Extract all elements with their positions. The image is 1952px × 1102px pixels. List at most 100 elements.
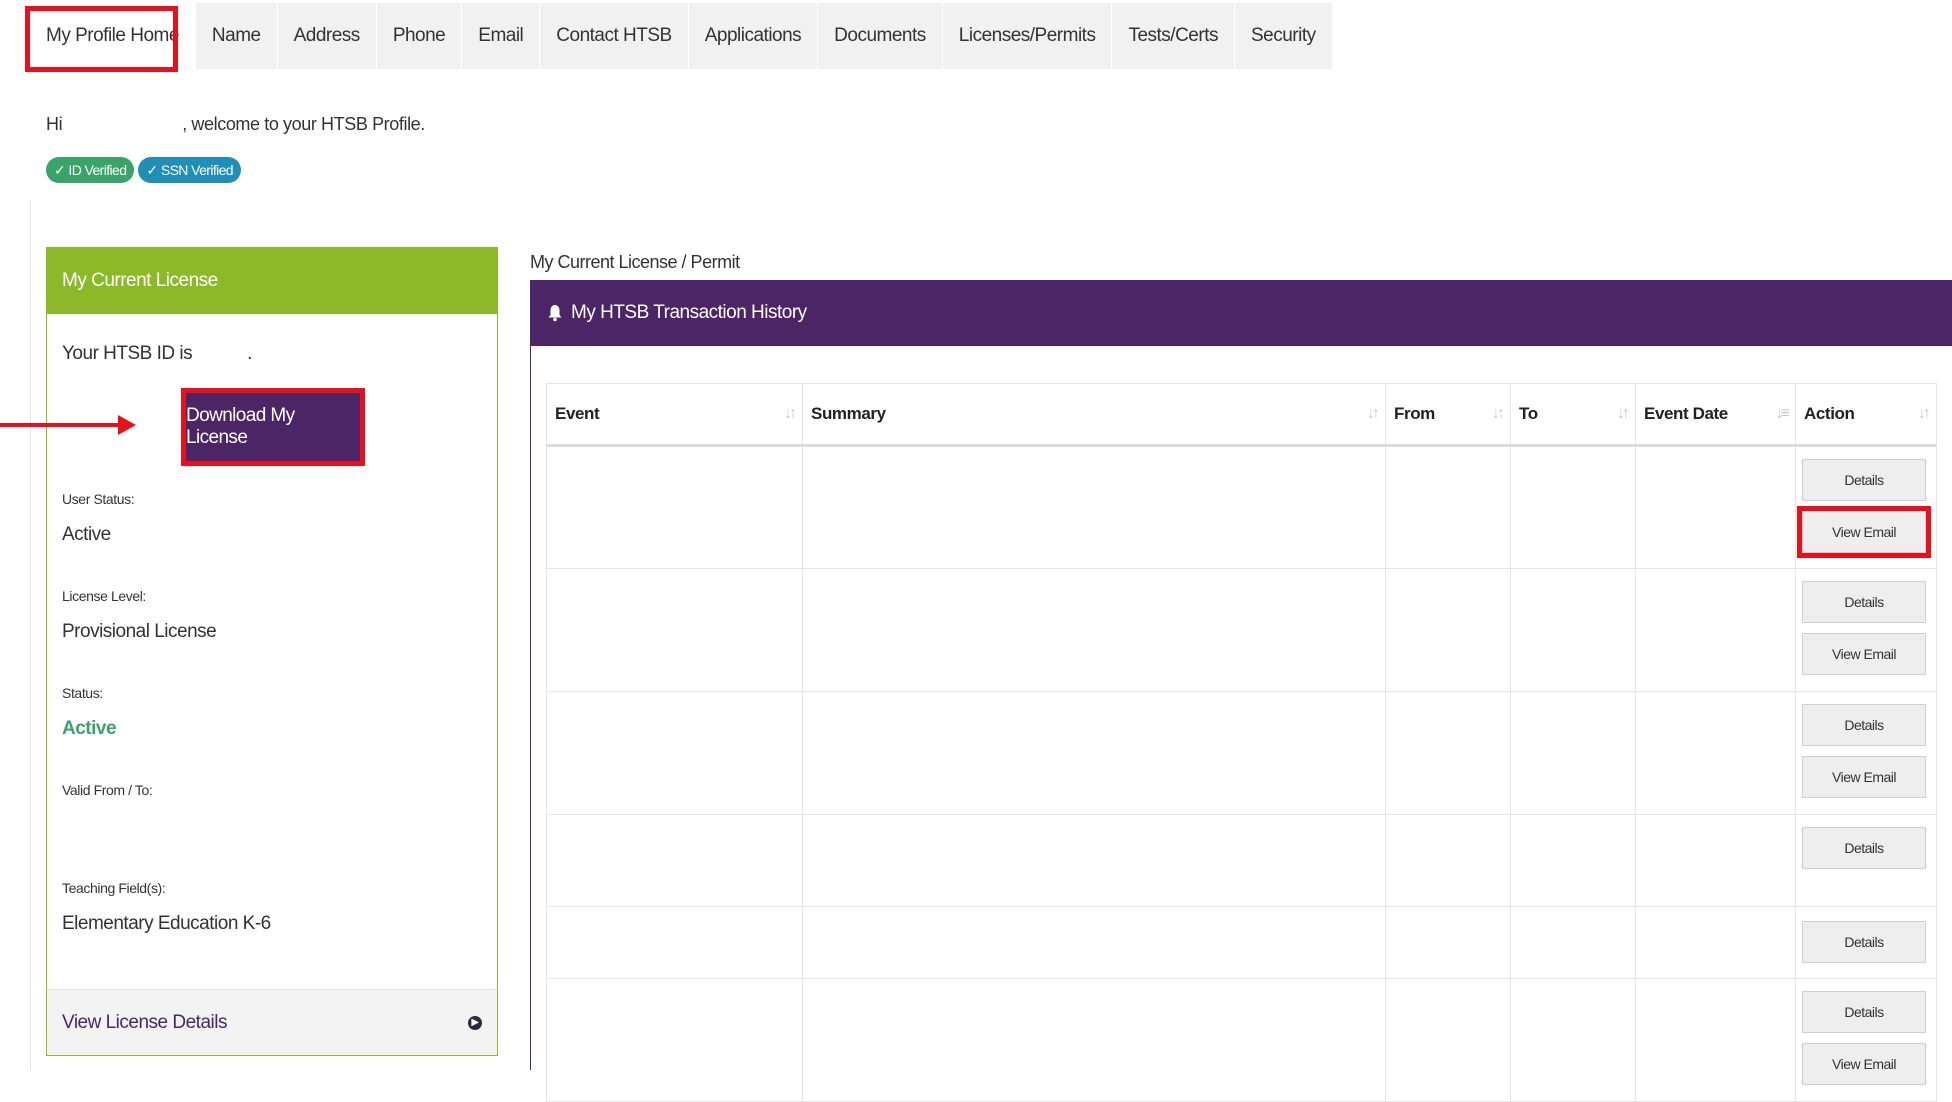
event-cell	[546, 906, 803, 979]
transaction-history-header: My HTSB Transaction History	[531, 280, 1952, 346]
user-status-value: Active	[62, 524, 111, 545]
event-cell	[546, 978, 803, 1102]
annotation-arrow-download	[0, 423, 120, 427]
column-header-from[interactable]: From ↓↑	[1385, 383, 1511, 447]
current-license-panel: My Current License Your HTSB ID is. Down…	[46, 247, 498, 1056]
license-level-value: Provisional License	[62, 621, 217, 642]
details-button[interactable]: Details	[1802, 581, 1926, 623]
tab-licenses-permits[interactable]: Licenses/Permits	[942, 3, 1113, 69]
tab-tests-certs[interactable]: Tests/Certs	[1112, 3, 1235, 69]
table-row: Details	[546, 814, 1937, 907]
action-cell: Details View Email	[1795, 568, 1937, 692]
current-license-header: My Current License	[47, 248, 497, 314]
column-header-summary[interactable]: Summary ↓↑	[802, 383, 1386, 447]
tab-applications[interactable]: Applications	[688, 3, 819, 69]
chevron-right-circle-icon: ▶	[468, 1015, 482, 1030]
to-cell	[1510, 906, 1636, 979]
welcome-text: , welcome to your HTSB Profile.	[182, 114, 425, 134]
event-cell	[546, 568, 803, 692]
sort-icon: ↓↑	[1367, 405, 1380, 422]
to-cell	[1510, 445, 1636, 569]
tab-my-profile-home[interactable]: My Profile Home	[30, 3, 196, 69]
content-divider	[30, 200, 31, 1070]
sort-icon: ↓↑	[784, 405, 797, 422]
table-header-row: Event ↓↑ Summary ↓↑ From ↓↑ To ↓↑ Event Date…	[546, 383, 1937, 447]
to-cell	[1510, 978, 1636, 1102]
htsb-id-suffix: .	[247, 343, 252, 364]
current-license-permit-caption: My Current License / Permit	[530, 252, 740, 272]
status-value: Active	[62, 718, 117, 739]
sort-icon: ↓↑	[1918, 405, 1931, 422]
view-license-details-link[interactable]: View License Details ▶	[47, 989, 497, 1055]
details-button[interactable]: Details	[1802, 921, 1926, 963]
to-cell	[1510, 568, 1636, 692]
tab-email[interactable]: Email	[462, 3, 541, 69]
action-cell: Details View Email	[1795, 691, 1937, 815]
view-email-button[interactable]: View Email	[1797, 506, 1931, 558]
column-header-to[interactable]: To ↓↑	[1510, 383, 1636, 447]
action-cell: Details View Email	[1795, 445, 1937, 569]
valid-from-to-label: Valid From / To:	[62, 782, 153, 798]
welcome-message: Hi , welcome to your HTSB Profile.	[46, 114, 425, 135]
license-level-label: License Level:	[62, 588, 146, 604]
profile-tabs: My Profile Home Name Address Phone Email…	[30, 3, 1333, 69]
view-license-details-label: View License Details	[62, 1011, 227, 1033]
sort-icon: ↓↑	[1492, 405, 1505, 422]
user-status-label: User Status:	[62, 491, 135, 507]
event-cell	[546, 691, 803, 815]
action-cell: Details	[1795, 814, 1937, 907]
summary-cell	[802, 568, 1386, 692]
from-cell	[1385, 906, 1511, 979]
status-label: Status:	[62, 685, 103, 701]
from-cell	[1385, 978, 1511, 1102]
details-button[interactable]: Details	[1802, 827, 1926, 869]
summary-cell	[802, 691, 1386, 815]
table-row: Details View Email	[546, 978, 1937, 1102]
event-date-cell	[1635, 814, 1796, 907]
annotation-arrow-download-head	[118, 415, 136, 435]
event-date-cell	[1635, 445, 1796, 569]
details-button[interactable]: Details	[1802, 704, 1926, 746]
column-header-event[interactable]: Event ↓↑	[546, 383, 803, 447]
teaching-field-label: Teaching Field(s):	[62, 880, 166, 896]
sort-desc-icon: ↓≡	[1775, 405, 1790, 422]
table-row: Details	[546, 906, 1937, 979]
transaction-history-title: My HTSB Transaction History	[571, 302, 807, 323]
download-license-button[interactable]: Download My License	[181, 388, 365, 466]
table-row: Details View Email	[546, 691, 1937, 815]
from-cell	[1385, 568, 1511, 692]
event-cell	[546, 445, 803, 569]
welcome-greeting: Hi	[46, 114, 63, 134]
event-cell	[546, 814, 803, 907]
summary-cell	[802, 445, 1386, 569]
id-verified-badge: ✓ ID Verified	[46, 157, 135, 183]
verification-badges: ✓ ID Verified ✓ SSN Verified	[46, 157, 241, 183]
column-header-event-date[interactable]: Event Date ↓≡	[1635, 383, 1796, 447]
tab-documents[interactable]: Documents	[818, 3, 943, 69]
sort-icon: ↓↑	[1617, 405, 1630, 422]
event-date-cell	[1635, 691, 1796, 815]
tab-address[interactable]: Address	[277, 3, 377, 69]
from-cell	[1385, 814, 1511, 907]
teaching-field-value: Elementary Education K-6	[62, 913, 271, 934]
details-button[interactable]: Details	[1802, 459, 1926, 501]
transaction-history-panel: My HTSB Transaction History Event ↓↑ Summ…	[530, 280, 1952, 1102]
column-header-action[interactable]: Action ↓↑	[1795, 383, 1937, 447]
view-email-button[interactable]: View Email	[1802, 633, 1926, 675]
tab-name[interactable]: Name	[195, 3, 278, 69]
tab-contact-htsb[interactable]: Contact HTSB	[540, 3, 689, 69]
details-button[interactable]: Details	[1802, 991, 1926, 1033]
view-email-button[interactable]: View Email	[1802, 756, 1926, 798]
table-row: Details View Email	[546, 445, 1937, 569]
to-cell	[1510, 691, 1636, 815]
tab-phone[interactable]: Phone	[376, 3, 463, 69]
from-cell	[1385, 445, 1511, 569]
action-cell: Details View Email	[1795, 978, 1937, 1102]
action-cell: Details	[1795, 906, 1937, 979]
view-email-button[interactable]: View Email	[1802, 1043, 1926, 1085]
transaction-history-table: Event ↓↑ Summary ↓↑ From ↓↑ To ↓↑ Event Date…	[546, 383, 1937, 1102]
tab-security[interactable]: Security	[1234, 3, 1333, 69]
to-cell	[1510, 814, 1636, 907]
event-date-cell	[1635, 978, 1796, 1102]
htsb-id-label: Your HTSB ID is	[62, 343, 193, 364]
